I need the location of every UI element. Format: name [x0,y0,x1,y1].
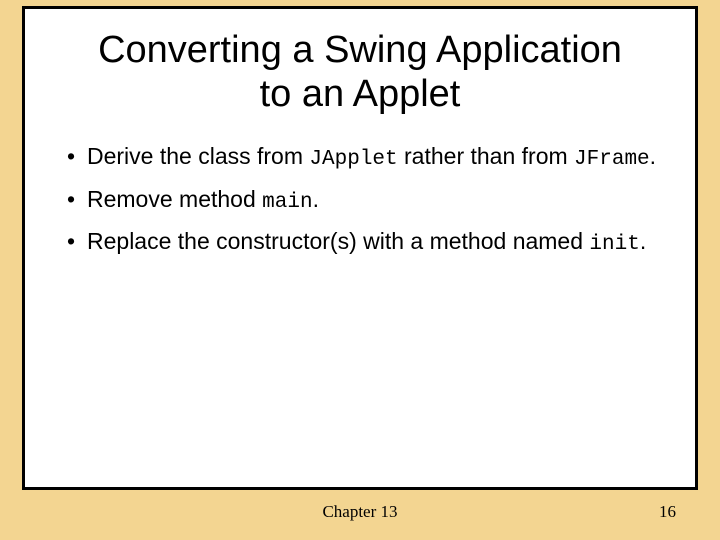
slide-title: Converting a Swing Application to an App… [55,29,665,116]
code-init: init [589,233,639,256]
bullet-2-text-a: Remove method [87,186,262,212]
code-japplet: JApplet [309,148,397,171]
bullet-3-text-a: Replace the constructor(s) with a method… [87,228,589,254]
footer-page-number: 16 [659,502,676,522]
bullet-1-text-a: Derive the class from [87,143,309,169]
bullet-item-2: Remove method main. [63,183,665,217]
code-jframe: JFrame [574,148,650,171]
bullet-item-3: Replace the constructor(s) with a method… [63,225,665,259]
bullet-1-text-c: . [650,143,656,169]
footer-chapter: Chapter 13 [0,502,720,522]
bullet-2-text-b: . [313,186,319,212]
code-main: main [262,191,312,214]
bullet-item-1: Derive the class from JApplet rather tha… [63,140,665,174]
slide-frame: Converting a Swing Application to an App… [22,6,698,490]
bullet-1-text-b: rather than from [398,143,574,169]
bullet-3-text-b: . [640,228,646,254]
bullet-list: Derive the class from JApplet rather tha… [55,140,665,259]
